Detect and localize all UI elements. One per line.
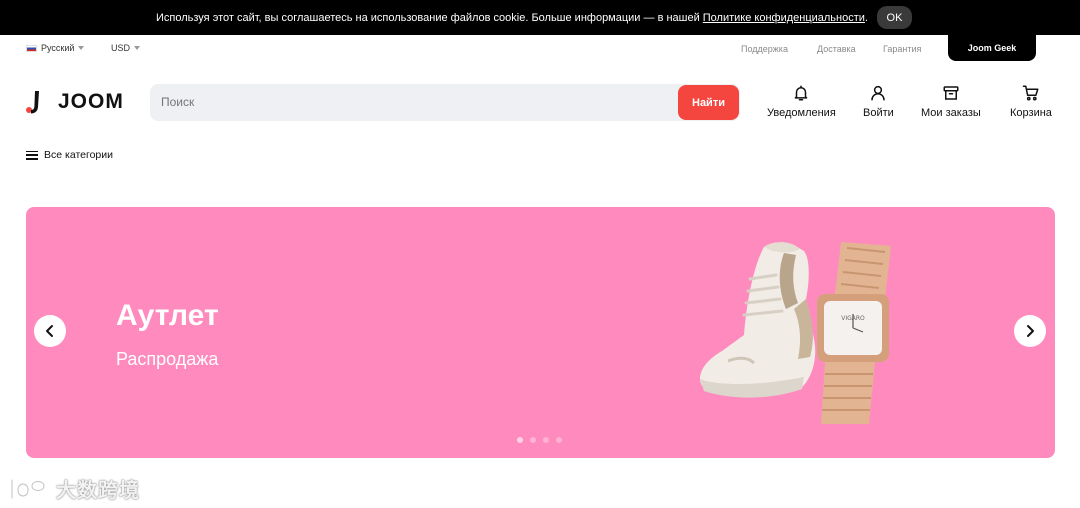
chevron-right-icon xyxy=(1027,325,1034,337)
privacy-policy-link[interactable]: Политике конфиденциальности xyxy=(703,12,865,24)
banner-subtitle: Распродажа xyxy=(116,349,219,369)
cookie-ok-button[interactable]: OK xyxy=(876,6,912,29)
support-link[interactable]: Поддержка xyxy=(741,44,788,54)
login-label: Войти xyxy=(863,107,894,119)
carousel-dot[interactable] xyxy=(517,437,523,443)
watch-image: VIGARO xyxy=(817,242,891,424)
language-label: Русский xyxy=(41,43,75,53)
carousel-dots xyxy=(517,437,562,443)
carousel-dot[interactable] xyxy=(556,437,562,443)
cart-icon xyxy=(1022,85,1039,101)
watermark: 大数跨境 xyxy=(8,474,140,503)
search-button[interactable]: Найти xyxy=(678,85,739,120)
joom-geek-button[interactable]: Joom Geek xyxy=(948,35,1036,61)
watermark-text: 大数跨境 xyxy=(56,480,140,502)
my-orders-button[interactable]: Мои заказы xyxy=(921,84,981,119)
all-categories-label: Все категории xyxy=(44,149,113,161)
language-selector[interactable]: Русский xyxy=(26,43,85,53)
cookie-banner: Используя этот сайт, вы соглашаетесь на … xyxy=(0,0,1080,35)
box-icon xyxy=(943,86,959,100)
notifications-button[interactable]: Уведомления xyxy=(767,84,836,119)
warranty-link[interactable]: Гарантия xyxy=(883,44,921,54)
notifications-label: Уведомления xyxy=(767,107,836,119)
search-box xyxy=(150,84,740,121)
currency-selector[interactable]: USD xyxy=(111,43,141,53)
cookie-text-end: . xyxy=(864,11,868,24)
caret-down-icon xyxy=(134,46,141,50)
promo-banner[interactable]: Аутлет Распродажа VIGARO xyxy=(26,207,1055,458)
russia-flag-icon xyxy=(26,44,37,52)
caret-down-icon xyxy=(78,46,85,50)
search-input[interactable] xyxy=(161,95,661,109)
watermark-logo-icon xyxy=(10,478,46,499)
carousel-prev-button[interactable] xyxy=(34,315,66,347)
joom-logo[interactable]: JOOM xyxy=(26,90,124,114)
joom-logo-icon xyxy=(26,91,39,114)
login-button[interactable]: Войти xyxy=(863,84,894,119)
carousel-dot[interactable] xyxy=(543,437,549,443)
all-categories-button[interactable]: Все категории xyxy=(26,149,113,161)
delivery-link[interactable]: Доставка xyxy=(817,44,856,54)
chevron-left-icon xyxy=(46,325,53,337)
logo-text: JOOM xyxy=(58,90,124,113)
my-orders-label: Мои заказы xyxy=(921,107,981,119)
cookie-text: Используя этот сайт, вы соглашаетесь на … xyxy=(156,11,700,24)
cart-label: Корзина xyxy=(1010,107,1052,119)
currency-label: USD xyxy=(111,43,131,53)
menu-icon xyxy=(26,150,38,160)
carousel-dot[interactable] xyxy=(530,437,536,443)
user-icon xyxy=(871,85,886,101)
top-strip: Русский USD Поддержка Доставка Гарантия … xyxy=(0,35,1080,62)
carousel-next-button[interactable] xyxy=(1014,315,1046,347)
cart-button[interactable]: Корзина xyxy=(1010,84,1052,119)
banner-title: Аутлет xyxy=(116,299,219,332)
bell-icon xyxy=(795,85,808,101)
